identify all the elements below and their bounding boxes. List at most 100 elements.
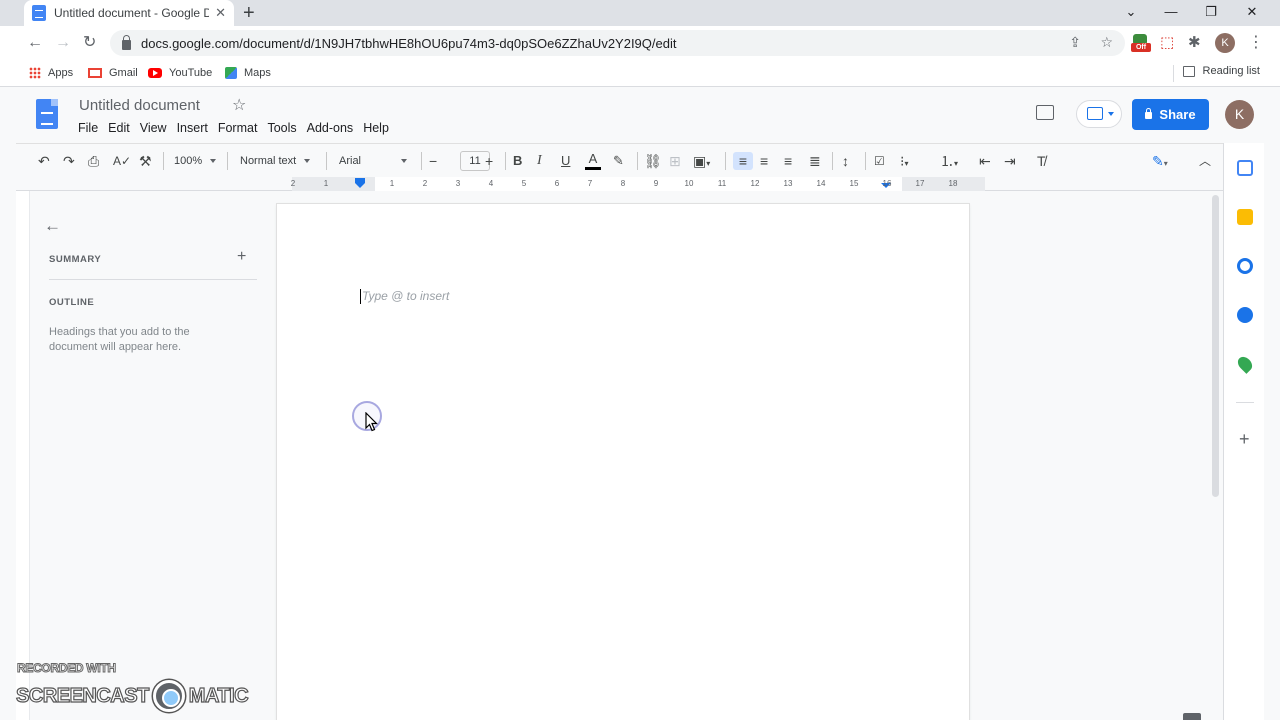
apps-grid-icon <box>29 67 41 79</box>
mouse-cursor-icon <box>365 412 378 432</box>
menu-tools[interactable]: Tools <box>267 121 296 135</box>
contacts-icon[interactable] <box>1237 307 1253 323</box>
italic-icon[interactable]: I <box>537 152 542 170</box>
bookmark-youtube[interactable]: YouTube <box>148 65 212 81</box>
share-button[interactable]: Share <box>1132 99 1209 130</box>
add-summary-button[interactable]: + <box>237 249 246 265</box>
lock-icon <box>122 34 131 50</box>
get-addons-plus-icon[interactable]: + <box>1239 430 1250 448</box>
close-tab-icon[interactable]: ✕ <box>215 5 226 21</box>
vertical-scrollbar[interactable] <box>1210 191 1222 720</box>
bookmark-star-icon[interactable]: ☆ <box>1100 34 1113 50</box>
font-select[interactable]: Arial <box>339 152 416 170</box>
calendar-icon[interactable] <box>1237 160 1253 176</box>
address-bar[interactable]: docs.google.com/document/d/1N9JH7tbhwHE8… <box>110 30 1125 56</box>
docs-header: Untitled document ☆ File Edit View Inser… <box>16 87 1264 143</box>
share-page-icon[interactable]: ⇪ <box>1069 34 1081 50</box>
vertical-ruler <box>16 191 30 720</box>
new-tab-button[interactable]: + <box>243 1 255 25</box>
close-outline-arrow-icon[interactable]: ← <box>44 216 61 236</box>
numbered-list-icon[interactable]: ⒈▾ <box>940 152 958 170</box>
paint-format-icon[interactable]: ⚒ <box>139 152 152 170</box>
text-color-icon[interactable]: A <box>585 152 601 170</box>
line-spacing-icon[interactable]: ↕ <box>842 152 849 170</box>
editing-toolbar: ↶ ↷ ⎙ A✓ ⚒ 100% Normal text Arial − 11 +… <box>16 143 1223 177</box>
tasks-icon[interactable] <box>1237 258 1253 274</box>
left-indent-marker[interactable] <box>355 183 365 188</box>
watermark-recorded-with: RECORDED WITH <box>17 661 117 676</box>
spellcheck-icon[interactable]: A✓ <box>113 152 131 170</box>
back-arrow-icon[interactable]: ← <box>27 33 43 53</box>
chevron-down-icon <box>1108 112 1114 116</box>
pdf-extension-icon[interactable]: ⬚ <box>1160 34 1176 51</box>
undo-icon[interactable]: ↶ <box>38 152 50 170</box>
menu-file[interactable]: File <box>78 121 98 135</box>
minimize-button[interactable]: — <box>1151 0 1191 26</box>
decrease-font-size-icon[interactable]: − <box>429 152 437 170</box>
explore-icon[interactable] <box>1183 713 1201 720</box>
browser-toolbar: ← → ↻ docs.google.com/document/d/1N9JH7t… <box>0 26 1280 60</box>
bookmark-apps[interactable]: Apps <box>29 65 73 81</box>
extensions-puzzle-icon[interactable]: ✱ <box>1188 34 1201 52</box>
menu-help[interactable]: Help <box>363 121 389 135</box>
watermark-logo: SCREENCAST MATIC <box>15 680 249 712</box>
restore-button[interactable]: ❐ <box>1191 0 1231 26</box>
horizontal-ruler[interactable]: 2 1 1 2 3 4 5 6 7 8 9 10 11 12 13 14 15 … <box>16 177 1223 191</box>
redo-icon[interactable]: ↷ <box>63 152 75 170</box>
add-comment-icon[interactable]: ⊞ <box>669 152 681 170</box>
align-left-icon[interactable]: ≡ <box>733 152 753 170</box>
clear-formatting-icon[interactable]: T̸ <box>1037 152 1046 170</box>
insert-link-icon[interactable]: ⛓ <box>644 152 662 170</box>
menu-format[interactable]: Format <box>218 121 258 135</box>
style-select[interactable]: Normal text <box>240 152 311 170</box>
docs-logo-icon[interactable] <box>36 99 58 129</box>
browser-menu-icon[interactable]: ⋮ <box>1248 33 1264 53</box>
chevron-down-icon <box>304 159 311 164</box>
editing-mode-icon[interactable]: ✎▾ <box>1152 152 1168 170</box>
document-title[interactable]: Untitled document <box>79 97 200 114</box>
menu-view[interactable]: View <box>140 121 167 135</box>
bookmark-gmail[interactable]: Gmail <box>88 65 138 81</box>
outline-hint-text: Headings that you add to the document wi… <box>49 326 190 353</box>
tab-search-button[interactable]: ⌄ <box>1111 0 1151 26</box>
star-icon[interactable]: ☆ <box>232 95 246 115</box>
menu-addons[interactable]: Add-ons <box>307 121 354 135</box>
increase-font-size-icon[interactable]: + <box>485 152 493 170</box>
align-center-icon[interactable]: ≡ <box>760 152 768 170</box>
underline-icon[interactable]: U <box>561 152 570 170</box>
highlight-color-icon[interactable]: ✎ <box>613 152 624 170</box>
forward-arrow-icon[interactable]: → <box>55 33 71 53</box>
keep-icon[interactable] <box>1237 209 1253 225</box>
comment-history-icon[interactable] <box>1036 105 1054 120</box>
maps-pin-icon[interactable] <box>1235 354 1255 374</box>
chevron-down-icon <box>401 159 407 164</box>
scrollbar-thumb[interactable] <box>1212 195 1219 497</box>
account-avatar[interactable]: K <box>1225 100 1254 129</box>
checklist-icon[interactable]: ☑ <box>874 152 885 170</box>
bookmark-maps[interactable]: Maps <box>225 65 271 81</box>
document-page[interactable]: Type @ to insert <box>277 204 969 720</box>
close-window-button[interactable]: ✕ <box>1232 0 1272 26</box>
menu-edit[interactable]: Edit <box>108 121 130 135</box>
present-icon <box>1087 107 1103 120</box>
extension-off-icon[interactable]: Off <box>1131 34 1151 52</box>
browser-tab-strip: Untitled document - Google Docs ✕ + ⌄ — … <box>0 0 1280 26</box>
chevron-up-icon[interactable]: ︿ <box>1199 152 1211 170</box>
browser-profile-avatar[interactable]: K <box>1215 33 1235 53</box>
browser-tab[interactable]: Untitled document - Google Docs ✕ <box>24 0 234 26</box>
menu-insert[interactable]: Insert <box>177 121 208 135</box>
align-right-icon[interactable]: ≡ <box>784 152 792 170</box>
print-icon[interactable]: ⎙ <box>88 152 99 170</box>
insert-image-icon[interactable]: ▣▾ <box>693 152 710 170</box>
justify-icon[interactable]: ≣ <box>809 152 821 170</box>
bulleted-list-icon[interactable]: ⁝▾ <box>900 152 908 170</box>
decrease-indent-icon[interactable]: ⇤ <box>979 152 991 170</box>
increase-indent-icon[interactable]: ⇥ <box>1004 152 1016 170</box>
summary-heading: SUMMARY <box>49 254 102 265</box>
reading-list-button[interactable]: Reading list <box>1182 65 1260 77</box>
bookmarks-bar: Apps Gmail YouTube Maps Reading list <box>0 60 1280 87</box>
present-button[interactable] <box>1076 100 1122 128</box>
bold-icon[interactable]: B <box>513 152 522 170</box>
zoom-select[interactable]: 100% <box>174 152 217 170</box>
reload-icon[interactable]: ↻ <box>83 33 96 53</box>
